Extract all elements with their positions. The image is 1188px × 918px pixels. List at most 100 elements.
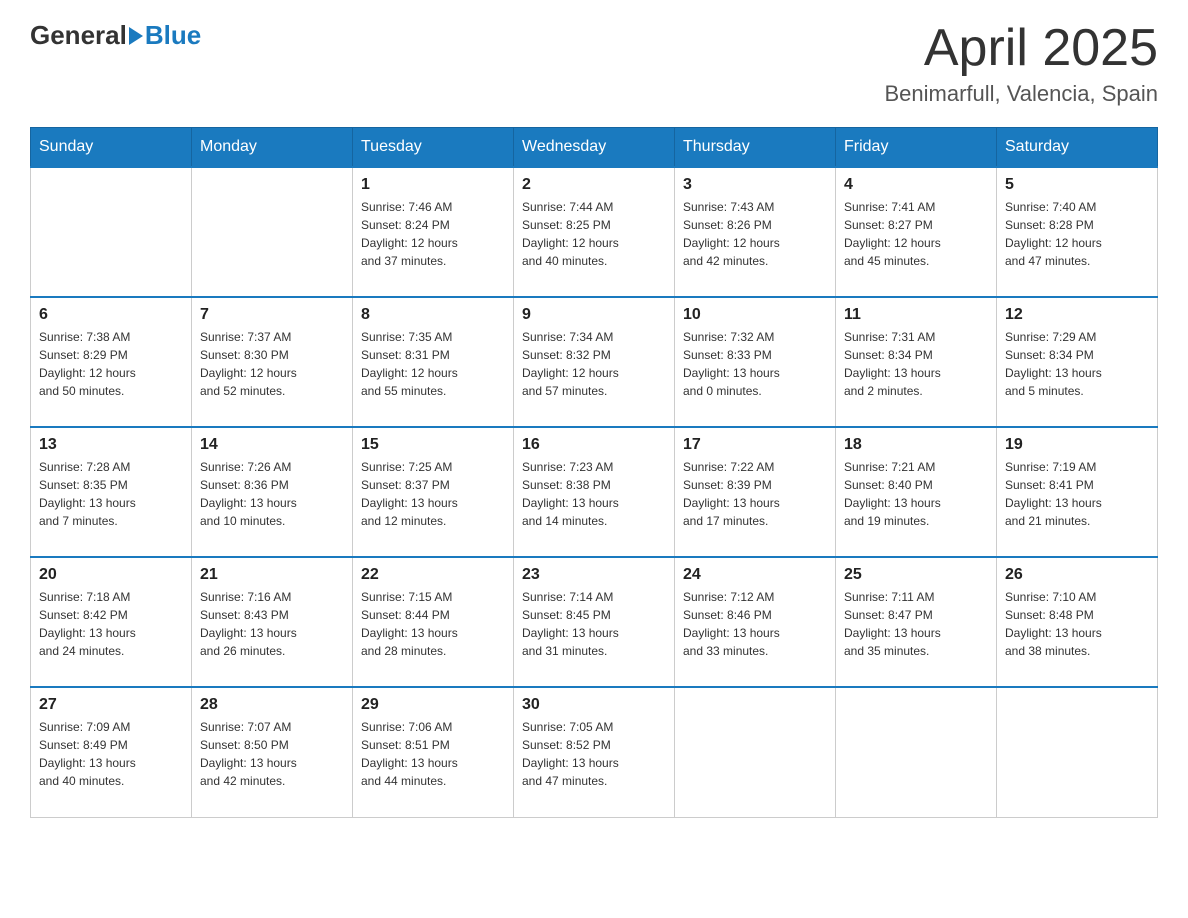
day-info: Sunrise: 7:11 AM Sunset: 8:47 PM Dayligh… bbox=[844, 588, 988, 660]
calendar-header-row: Sunday Monday Tuesday Wednesday Thursday… bbox=[31, 128, 1158, 168]
day-number: 27 bbox=[39, 696, 183, 714]
col-monday: Monday bbox=[192, 128, 353, 168]
day-number: 2 bbox=[522, 176, 666, 194]
location-subtitle: Benimarfull, Valencia, Spain bbox=[884, 81, 1158, 107]
day-info: Sunrise: 7:23 AM Sunset: 8:38 PM Dayligh… bbox=[522, 458, 666, 530]
calendar-table: Sunday Monday Tuesday Wednesday Thursday… bbox=[30, 127, 1158, 818]
day-info: Sunrise: 7:07 AM Sunset: 8:50 PM Dayligh… bbox=[200, 718, 344, 790]
day-number: 14 bbox=[200, 436, 344, 454]
calendar-cell: 8 Sunrise: 7:35 AM Sunset: 8:31 PM Daylig… bbox=[353, 297, 514, 427]
month-title: April 2025 bbox=[884, 20, 1158, 77]
day-number: 22 bbox=[361, 566, 505, 584]
calendar-cell: 29 Sunrise: 7:06 AM Sunset: 8:51 PM Dayli… bbox=[353, 687, 514, 817]
day-number: 12 bbox=[1005, 306, 1149, 324]
day-info: Sunrise: 7:31 AM Sunset: 8:34 PM Dayligh… bbox=[844, 328, 988, 400]
logo-general: General bbox=[30, 20, 127, 51]
col-thursday: Thursday bbox=[675, 128, 836, 168]
calendar-cell: 17Sunrise: 7:22 AM Sunset: 8:39 PM Dayli… bbox=[675, 427, 836, 557]
calendar-cell: 15 Sunrise: 7:25 AM Sunset: 8:37 PM Dayli… bbox=[353, 427, 514, 557]
calendar-cell: 14 Sunrise: 7:26 AM Sunset: 8:36 PM Dayli… bbox=[192, 427, 353, 557]
calendar-cell: 10 Sunrise: 7:32 AM Sunset: 8:33 PM Dayli… bbox=[675, 297, 836, 427]
calendar-cell: 6 Sunrise: 7:38 AM Sunset: 8:29 PM Daylig… bbox=[31, 297, 192, 427]
calendar-cell: 4 Sunrise: 7:41 AM Sunset: 8:27 PM Daylig… bbox=[836, 167, 997, 297]
day-info: Sunrise: 7:34 AM Sunset: 8:32 PM Dayligh… bbox=[522, 328, 666, 400]
calendar-cell: 18 Sunrise: 7:21 AM Sunset: 8:40 PM Dayli… bbox=[836, 427, 997, 557]
day-info: Sunrise: 7:44 AM Sunset: 8:25 PM Dayligh… bbox=[522, 198, 666, 270]
day-number: 18 bbox=[844, 436, 988, 454]
title-area: April 2025 Benimarfull, Valencia, Spain bbox=[884, 20, 1158, 107]
day-number: 30 bbox=[522, 696, 666, 714]
day-info: Sunrise: 7:37 AM Sunset: 8:30 PM Dayligh… bbox=[200, 328, 344, 400]
calendar-cell: 3 Sunrise: 7:43 AM Sunset: 8:26 PM Daylig… bbox=[675, 167, 836, 297]
calendar-cell: 12 Sunrise: 7:29 AM Sunset: 8:34 PM Dayli… bbox=[997, 297, 1158, 427]
day-info: Sunrise: 7:38 AM Sunset: 8:29 PM Dayligh… bbox=[39, 328, 183, 400]
calendar-week-row: 1Sunrise: 7:46 AM Sunset: 8:24 PM Daylig… bbox=[31, 167, 1158, 297]
calendar-cell bbox=[675, 687, 836, 817]
day-info: Sunrise: 7:32 AM Sunset: 8:33 PM Dayligh… bbox=[683, 328, 827, 400]
calendar-week-row: 20 Sunrise: 7:18 AM Sunset: 8:42 PM Dayli… bbox=[31, 557, 1158, 687]
day-info: Sunrise: 7:41 AM Sunset: 8:27 PM Dayligh… bbox=[844, 198, 988, 270]
day-number: 20 bbox=[39, 566, 183, 584]
col-sunday: Sunday bbox=[31, 128, 192, 168]
logo: General Blue bbox=[30, 20, 201, 51]
col-tuesday: Tuesday bbox=[353, 128, 514, 168]
day-info: Sunrise: 7:28 AM Sunset: 8:35 PM Dayligh… bbox=[39, 458, 183, 530]
calendar-cell: 13 Sunrise: 7:28 AM Sunset: 8:35 PM Dayli… bbox=[31, 427, 192, 557]
calendar-cell: 24 Sunrise: 7:12 AM Sunset: 8:46 PM Dayli… bbox=[675, 557, 836, 687]
day-number: 19 bbox=[1005, 436, 1149, 454]
day-info: Sunrise: 7:12 AM Sunset: 8:46 PM Dayligh… bbox=[683, 588, 827, 660]
day-number: 3 bbox=[683, 176, 827, 194]
day-number: 7 bbox=[200, 306, 344, 324]
calendar-week-row: 6 Sunrise: 7:38 AM Sunset: 8:29 PM Daylig… bbox=[31, 297, 1158, 427]
day-number: 10 bbox=[683, 306, 827, 324]
day-info: Sunrise: 7:40 AM Sunset: 8:28 PM Dayligh… bbox=[1005, 198, 1149, 270]
day-number: 17 bbox=[683, 436, 827, 454]
col-saturday: Saturday bbox=[997, 128, 1158, 168]
calendar-cell: 5 Sunrise: 7:40 AM Sunset: 8:28 PM Daylig… bbox=[997, 167, 1158, 297]
calendar-cell: 19Sunrise: 7:19 AM Sunset: 8:41 PM Dayli… bbox=[997, 427, 1158, 557]
day-info: Sunrise: 7:06 AM Sunset: 8:51 PM Dayligh… bbox=[361, 718, 505, 790]
day-number: 5 bbox=[1005, 176, 1149, 194]
day-number: 24 bbox=[683, 566, 827, 584]
day-info: Sunrise: 7:29 AM Sunset: 8:34 PM Dayligh… bbox=[1005, 328, 1149, 400]
day-number: 15 bbox=[361, 436, 505, 454]
calendar-cell: 21 Sunrise: 7:16 AM Sunset: 8:43 PM Dayli… bbox=[192, 557, 353, 687]
day-info: Sunrise: 7:09 AM Sunset: 8:49 PM Dayligh… bbox=[39, 718, 183, 790]
day-number: 6 bbox=[39, 306, 183, 324]
calendar-cell: 28 Sunrise: 7:07 AM Sunset: 8:50 PM Dayli… bbox=[192, 687, 353, 817]
day-number: 9 bbox=[522, 306, 666, 324]
day-info: Sunrise: 7:15 AM Sunset: 8:44 PM Dayligh… bbox=[361, 588, 505, 660]
day-number: 23 bbox=[522, 566, 666, 584]
calendar-week-row: 13 Sunrise: 7:28 AM Sunset: 8:35 PM Dayli… bbox=[31, 427, 1158, 557]
day-number: 28 bbox=[200, 696, 344, 714]
day-info: Sunrise: 7:21 AM Sunset: 8:40 PM Dayligh… bbox=[844, 458, 988, 530]
calendar-cell: 20 Sunrise: 7:18 AM Sunset: 8:42 PM Dayli… bbox=[31, 557, 192, 687]
calendar-cell bbox=[836, 687, 997, 817]
day-info: Sunrise: 7:16 AM Sunset: 8:43 PM Dayligh… bbox=[200, 588, 344, 660]
calendar-cell: 22 Sunrise: 7:15 AM Sunset: 8:44 PM Dayli… bbox=[353, 557, 514, 687]
col-friday: Friday bbox=[836, 128, 997, 168]
calendar-cell: 9 Sunrise: 7:34 AM Sunset: 8:32 PM Daylig… bbox=[514, 297, 675, 427]
day-number: 29 bbox=[361, 696, 505, 714]
calendar-cell: 27 Sunrise: 7:09 AM Sunset: 8:49 PM Dayli… bbox=[31, 687, 192, 817]
day-info: Sunrise: 7:18 AM Sunset: 8:42 PM Dayligh… bbox=[39, 588, 183, 660]
day-info: Sunrise: 7:25 AM Sunset: 8:37 PM Dayligh… bbox=[361, 458, 505, 530]
day-info: Sunrise: 7:35 AM Sunset: 8:31 PM Dayligh… bbox=[361, 328, 505, 400]
page-header: General Blue April 2025 Benimarfull, Val… bbox=[30, 20, 1158, 107]
day-number: 4 bbox=[844, 176, 988, 194]
calendar-cell bbox=[997, 687, 1158, 817]
day-number: 11 bbox=[844, 306, 988, 324]
day-info: Sunrise: 7:43 AM Sunset: 8:26 PM Dayligh… bbox=[683, 198, 827, 270]
calendar-cell: 16Sunrise: 7:23 AM Sunset: 8:38 PM Dayli… bbox=[514, 427, 675, 557]
calendar-cell: 23 Sunrise: 7:14 AM Sunset: 8:45 PM Dayli… bbox=[514, 557, 675, 687]
logo-arrow-icon bbox=[129, 27, 143, 45]
day-info: Sunrise: 7:14 AM Sunset: 8:45 PM Dayligh… bbox=[522, 588, 666, 660]
day-number: 13 bbox=[39, 436, 183, 454]
day-number: 21 bbox=[200, 566, 344, 584]
logo-blue: Blue bbox=[145, 20, 201, 51]
calendar-cell: 25Sunrise: 7:11 AM Sunset: 8:47 PM Dayli… bbox=[836, 557, 997, 687]
day-number: 8 bbox=[361, 306, 505, 324]
day-info: Sunrise: 7:26 AM Sunset: 8:36 PM Dayligh… bbox=[200, 458, 344, 530]
calendar-cell: 26Sunrise: 7:10 AM Sunset: 8:48 PM Dayli… bbox=[997, 557, 1158, 687]
calendar-cell: 2 Sunrise: 7:44 AM Sunset: 8:25 PM Daylig… bbox=[514, 167, 675, 297]
